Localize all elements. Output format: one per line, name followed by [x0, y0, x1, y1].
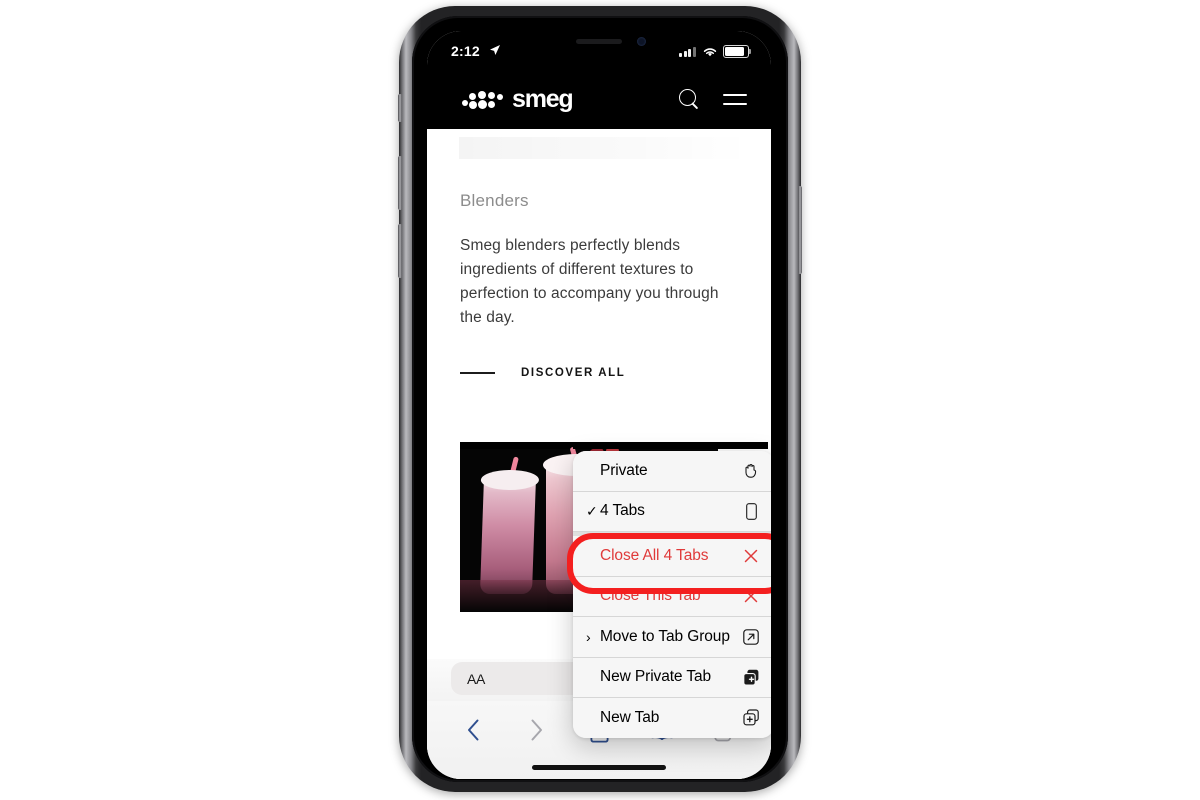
search-icon[interactable] — [679, 89, 701, 111]
menu-item-label: Private — [600, 461, 648, 479]
smeg-logo[interactable]: smeg — [462, 85, 574, 113]
arrow-up-right-box-icon — [741, 628, 761, 645]
xmark-icon — [741, 588, 761, 604]
xmark-icon — [741, 548, 761, 564]
iphone-icon — [741, 502, 761, 520]
cellular-bars-icon — [679, 46, 697, 57]
chevron-right-icon: › — [586, 628, 591, 645]
iphone-device-frame: 2:12 smeg Blenders Smeg blenders perfect… — [398, 6, 802, 792]
menu-item-label: New Tab — [600, 708, 660, 726]
home-indicator[interactable] — [532, 765, 666, 770]
menu-item-move-to-tab-group[interactable]: › Move to Tab Group — [573, 617, 771, 658]
volume-down-button[interactable] — [398, 224, 402, 278]
menu-item-checkmark: ✓ — [586, 502, 598, 519]
hand-raised-icon — [741, 463, 761, 479]
menu-item-label: Move to Tab Group — [600, 627, 730, 645]
page-faded-heading — [459, 137, 751, 159]
discover-all-link[interactable]: DISCOVER ALL — [460, 367, 625, 379]
plus-square-icon — [741, 709, 761, 726]
smeg-logo-dots — [462, 87, 510, 111]
menu-item-label: Close This Tab — [600, 587, 701, 605]
aa-label: AA — [467, 670, 486, 687]
silent-switch[interactable] — [398, 94, 402, 122]
smeg-logo-wordmark: smeg — [512, 85, 574, 113]
smoothie-glass — [479, 470, 540, 594]
menu-item-label: New Private Tab — [600, 668, 712, 686]
discover-all-label: DISCOVER ALL — [521, 367, 626, 379]
earpiece-speaker — [576, 39, 622, 44]
menu-item-new-tab[interactable]: New Tab — [573, 698, 771, 738]
status-indicators — [679, 45, 751, 58]
plus-square-filled-icon — [741, 669, 761, 686]
page-body-text: Smeg blenders perfectly blends ingredien… — [460, 237, 719, 326]
forward-button[interactable] — [516, 715, 556, 745]
site-header: smeg — [427, 75, 771, 129]
volume-up-button[interactable] — [398, 156, 402, 210]
photo-black-band — [573, 442, 768, 449]
chevron-left-icon — [467, 719, 478, 741]
side-power-button[interactable] — [798, 186, 802, 274]
location-arrow-icon — [490, 45, 500, 55]
page-section-title: Blenders — [460, 191, 529, 210]
back-button[interactable] — [453, 715, 493, 745]
battery-full-icon — [723, 45, 751, 58]
display-notch — [524, 31, 674, 57]
hamburger-menu-icon[interactable] — [723, 92, 747, 108]
chevron-right-icon — [531, 719, 542, 741]
menu-item-label: 4 Tabs — [600, 502, 645, 520]
status-time: 2:12 — [451, 43, 480, 59]
menu-item-close-this-tab[interactable]: Close This Tab — [573, 576, 771, 617]
menu-item-new-private-tab[interactable]: New Private Tab — [573, 657, 771, 698]
menu-item-4-tabs[interactable]: ✓ 4 Tabs — [573, 491, 771, 532]
menu-item-close-all-tabs[interactable]: Close All 4 Tabs — [573, 536, 771, 577]
menu-item-label: Close All 4 Tabs — [600, 546, 709, 564]
phone-screen: 2:12 smeg Blenders Smeg blenders perfect… — [427, 31, 771, 779]
tab-context-menu[interactable]: Private ✓ 4 Tabs Close All 4 Tabs Close … — [573, 451, 771, 738]
front-camera — [637, 37, 646, 46]
wifi-icon — [703, 47, 717, 56]
discover-dash — [460, 372, 495, 374]
menu-item-private[interactable]: Private — [573, 451, 771, 492]
